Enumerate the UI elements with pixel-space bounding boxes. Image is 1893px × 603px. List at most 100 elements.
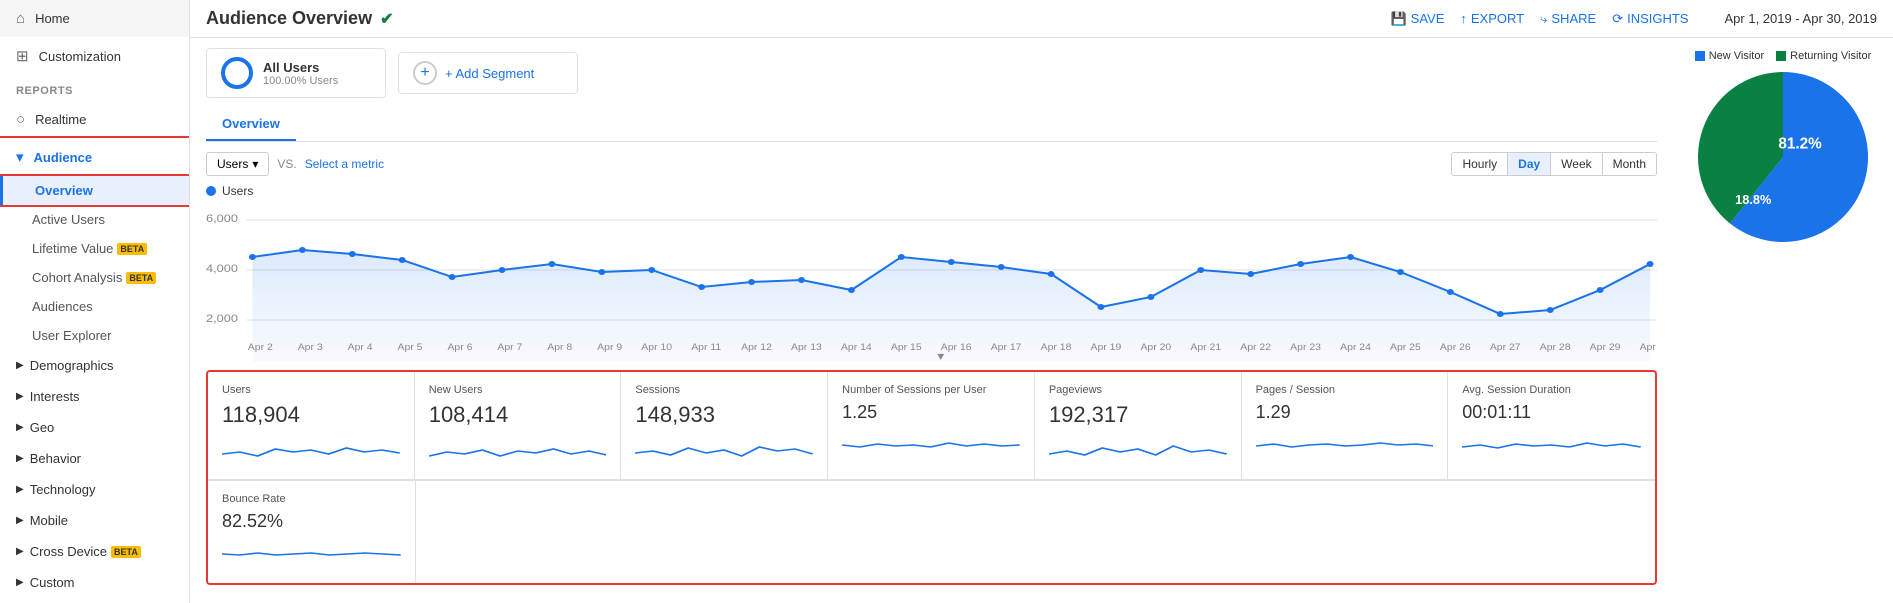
sidebar-item-geo[interactable]: ▶ Geo <box>0 412 189 443</box>
all-users-segment[interactable]: All Users 100.00% Users <box>206 48 386 98</box>
svg-text:Apr 9: Apr 9 <box>597 343 622 353</box>
returning-visitor-color <box>1776 51 1786 61</box>
stats-row-2: Bounce Rate 82.52% <box>208 480 1655 583</box>
svg-text:Apr 21: Apr 21 <box>1190 343 1221 353</box>
export-button[interactable]: ↑ EXPORT <box>1460 11 1524 26</box>
beta-badge: BETA <box>117 243 147 255</box>
share-button[interactable]: ⤷ SHARE <box>1540 11 1596 27</box>
new-visitor-label: New Visitor <box>1709 50 1764 62</box>
check-icon: ✔ <box>380 9 393 29</box>
add-segment-icon: + <box>413 61 437 85</box>
svg-text:Apr 20: Apr 20 <box>1140 343 1171 353</box>
sidebar-audiences-label: Audiences <box>32 299 93 314</box>
svg-text:Apr 25: Apr 25 <box>1390 343 1421 353</box>
svg-text:Apr 24: Apr 24 <box>1340 343 1371 353</box>
save-button[interactable]: 💾 SAVE <box>1390 11 1444 27</box>
sidebar-item-mobile[interactable]: ▶ Mobile <box>0 505 189 536</box>
sidebar-item-cross-device[interactable]: ▶ Cross Device BETA <box>0 536 189 567</box>
svg-text:Apr 16: Apr 16 <box>941 343 972 353</box>
line-chart: 6,000 4,000 2,000 <box>206 202 1657 362</box>
svg-text:Apr 2: Apr 2 <box>248 343 273 353</box>
segment-name: All Users <box>263 60 338 75</box>
sidebar-item-demographics[interactable]: ▶ Demographics <box>0 350 189 381</box>
svg-text:Apr 5: Apr 5 <box>398 343 424 353</box>
sidebar-item-overview[interactable]: Overview <box>0 176 189 205</box>
svg-text:Apr 13: Apr 13 <box>791 343 822 353</box>
hourly-button[interactable]: Hourly <box>1452 153 1508 175</box>
sparkline-pages-session <box>1256 429 1434 459</box>
sidebar-item-realtime[interactable]: ○ Realtime <box>0 101 189 138</box>
sidebar-realtime-label: Realtime <box>35 112 86 127</box>
page-title-text: Audience Overview <box>206 8 372 29</box>
sidebar-overview-label: Overview <box>35 183 93 198</box>
svg-text:Apr 7: Apr 7 <box>497 343 522 353</box>
share-label: SHARE <box>1551 11 1596 26</box>
insights-button[interactable]: ⟳ INSIGHTS <box>1612 11 1688 27</box>
legend-returning-visitor: Returning Visitor <box>1776 50 1871 62</box>
svg-text:Apr 28: Apr 28 <box>1540 343 1571 353</box>
sidebar-item-user-explorer[interactable]: User Explorer <box>0 321 189 350</box>
chart-legend: Users <box>206 184 1657 198</box>
svg-text:Apr 19: Apr 19 <box>1091 343 1122 353</box>
reports-section-label: REPORTS <box>0 75 189 101</box>
segment-info: All Users 100.00% Users <box>263 60 338 87</box>
sidebar-item-audiences[interactable]: Audiences <box>0 292 189 321</box>
sidebar-item-lifetime-value[interactable]: Lifetime Value BETA <box>0 234 189 263</box>
add-segment-button[interactable]: + + Add Segment <box>398 52 578 94</box>
page-title: Audience Overview ✔ <box>206 8 393 29</box>
content-area: All Users 100.00% Users + + Add Segment … <box>190 38 1893 603</box>
tab-overview[interactable]: Overview <box>206 108 296 141</box>
sidebar-cross-device-label: Cross Device <box>30 544 107 559</box>
svg-text:Apr 22: Apr 22 <box>1240 343 1271 353</box>
sidebar-item-customization[interactable]: ⊞ Customization <box>0 37 189 75</box>
segment-bar: All Users 100.00% Users + + Add Segment <box>206 38 1657 108</box>
stat-pages-per-session: Pages / Session 1.29 <box>1242 372 1449 480</box>
sidebar-home-label: Home <box>35 11 70 26</box>
sidebar-item-active-users[interactable]: Active Users <box>0 205 189 234</box>
svg-text:Apr 30: Apr 30 <box>1640 343 1657 353</box>
svg-text:Apr 17: Apr 17 <box>991 343 1022 353</box>
sidebar-item-custom[interactable]: ▶ Custom <box>0 567 189 598</box>
arrow-icon-geo: ▶ <box>16 422 24 433</box>
sidebar-item-cohort-analysis[interactable]: Cohort Analysis BETA <box>0 263 189 292</box>
svg-text:Apr 27: Apr 27 <box>1490 343 1521 353</box>
svg-text:Apr 18: Apr 18 <box>1041 343 1072 353</box>
date-range: Apr 1, 2019 - Apr 30, 2019 <box>1725 11 1878 26</box>
topbar-actions: 💾 SAVE ↑ EXPORT ⤷ SHARE ⟳ INSIGHTS Apr 1… <box>1390 11 1877 27</box>
sidebar-item-audience[interactable]: ▾ Audience <box>0 138 189 176</box>
pie-chart: 81.2% 18.8% <box>1698 72 1868 242</box>
stat-users: Users 118,904 <box>208 372 415 480</box>
sparkline-pageviews <box>1049 434 1227 464</box>
month-button[interactable]: Month <box>1603 153 1656 175</box>
sidebar-item-technology[interactable]: ▶ Technology <box>0 474 189 505</box>
svg-text:Apr 23: Apr 23 <box>1290 343 1321 353</box>
audience-icon: ▾ <box>16 148 24 166</box>
metric-dropdown[interactable]: Users ▾ <box>206 152 269 176</box>
select-metric-link[interactable]: Select a metric <box>305 157 384 171</box>
clock-icon: ○ <box>16 111 25 128</box>
stat-sessions-per-user: Number of Sessions per User 1.25 <box>828 372 1035 480</box>
new-visitor-color <box>1695 51 1705 61</box>
sidebar-item-home[interactable]: ⌂ Home <box>0 0 189 37</box>
svg-text:Apr 26: Apr 26 <box>1440 343 1471 353</box>
sidebar-geo-label: Geo <box>30 420 55 435</box>
stat-avg-session-duration: Avg. Session Duration 00:01:11 <box>1448 372 1655 480</box>
insights-icon: ⟳ <box>1612 11 1623 27</box>
main-area: Audience Overview ✔ 💾 SAVE ↑ EXPORT ⤷ SH… <box>190 0 1893 603</box>
sidebar-item-interests[interactable]: ▶ Interests <box>0 381 189 412</box>
sidebar-technology-label: Technology <box>30 482 96 497</box>
sidebar-item-behavior[interactable]: ▶ Behavior <box>0 443 189 474</box>
beta-badge-2: BETA <box>126 272 156 284</box>
day-button[interactable]: Day <box>1508 153 1551 175</box>
stat-bounce-rate: Bounce Rate 82.52% <box>208 481 415 583</box>
stat-new-users: New Users 108,414 <box>415 372 622 480</box>
arrow-icon-custom: ▶ <box>16 577 24 588</box>
week-button[interactable]: Week <box>1551 153 1602 175</box>
sidebar-lifetime-value-label: Lifetime Value <box>32 241 113 256</box>
stat-pageviews: Pageviews 192,317 <box>1035 372 1242 480</box>
insights-label: INSIGHTS <box>1627 11 1688 26</box>
export-icon: ↑ <box>1460 11 1467 26</box>
sidebar-user-explorer-label: User Explorer <box>32 328 111 343</box>
beta-badge-cross: BETA <box>111 546 141 558</box>
sidebar-item-benchmarking[interactable]: ▶ Benchmarking <box>0 598 189 603</box>
